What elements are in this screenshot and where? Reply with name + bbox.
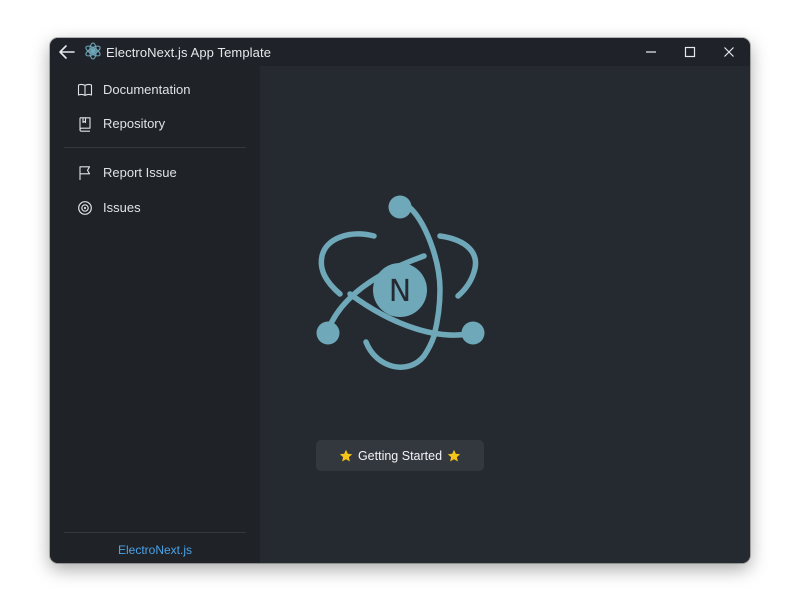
sidebar-item-label: Issues [103, 200, 141, 215]
sidebar-item-label: Report Issue [103, 165, 177, 180]
sidebar-item-label: Repository [103, 116, 166, 131]
star-icon [447, 449, 461, 462]
title-bar: ElectroNext.js App Template [50, 38, 750, 66]
minimize-icon [646, 51, 656, 53]
app-logo-icon [85, 42, 101, 60]
sidebar-item-label: Documentation [103, 82, 191, 97]
electronext-link[interactable]: ElectroNext.js [50, 543, 260, 557]
sidebar-item-report-issue[interactable]: Report Issue [64, 158, 246, 188]
logo-letter: N [389, 274, 411, 309]
atom-logo-icon: N [316, 195, 485, 370]
flag-icon [79, 166, 91, 180]
book-open-icon [77, 83, 93, 96]
sidebar-divider [64, 147, 246, 148]
getting-started-button[interactable]: Getting Started [316, 440, 484, 471]
maximize-button[interactable] [671, 38, 709, 66]
sidebar: Documentation Repository Report Issue Is… [50, 66, 260, 563]
sidebar-item-issues[interactable]: Issues [64, 193, 246, 223]
maximize-icon [684, 46, 696, 58]
close-icon [724, 47, 734, 57]
close-button[interactable] [710, 38, 748, 66]
repo-icon [79, 117, 91, 132]
arrow-left-icon [59, 45, 75, 59]
sidebar-item-repository[interactable]: Repository [64, 109, 246, 139]
back-button[interactable] [56, 42, 78, 62]
window-title: ElectroNext.js App Template [106, 45, 272, 60]
sidebar-item-documentation[interactable]: Documentation [64, 75, 246, 105]
minimize-button[interactable] [632, 38, 670, 66]
sidebar-footer-divider [64, 532, 246, 533]
target-icon [78, 201, 92, 215]
